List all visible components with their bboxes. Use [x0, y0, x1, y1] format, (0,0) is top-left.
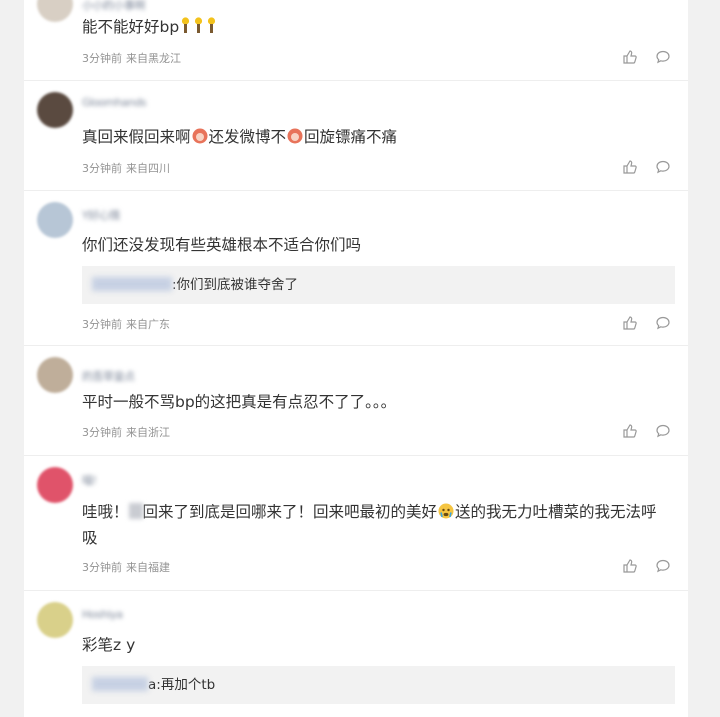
- crying-face-icon: [438, 503, 454, 519]
- sub-reply[interactable]: :你们到底被谁夺舍了: [82, 266, 675, 304]
- comment-text-part: 回旋镖痛不痛: [304, 128, 398, 146]
- comment-text: 真回来假回来啊 还发微博不 回旋镖痛不痛: [82, 124, 672, 150]
- comment-bubble-icon[interactable]: [655, 315, 671, 331]
- avatar[interactable]: [37, 0, 73, 22]
- comment-text: 平时一般不骂bp的这把真是有点忍不了了。。。: [82, 393, 397, 411]
- comment-meta: 3分钟前 来自黑龙江: [82, 50, 181, 66]
- comment-item: Y好心情 你们还没发现有些英雄根本不适合你们吗 :你们到底被谁夺舍了 3分钟前来…: [24, 190, 688, 346]
- sub-reply[interactable]: a:再加个tb: [82, 666, 675, 704]
- comment-text: 彩笔z y: [82, 636, 136, 654]
- comment-actions: [622, 315, 682, 331]
- torch-icon: [195, 17, 203, 33]
- comment-bubble-icon[interactable]: [655, 558, 671, 574]
- comment-bubble-icon[interactable]: [655, 159, 671, 175]
- username[interactable]: 喵!: [82, 472, 202, 487]
- avatar[interactable]: [37, 357, 73, 393]
- comment-time: 3分钟前: [82, 162, 122, 175]
- comment-text: 哇哦！ 回来了到底是回哪来了！回来吧最初的美好 送的我无力吐槽菜的我无法呼吸: [82, 499, 672, 551]
- comment-text-part: 回来了到底是回哪来了！回来吧最初的美好: [142, 503, 438, 521]
- thumbs-up-icon[interactable]: [622, 315, 638, 331]
- comment-panel: 小小的小事啊 能不能好好bp 3分钟前 来自黑龙江 Gloomhands 真回来假…: [24, 0, 688, 717]
- comment-actions: [622, 49, 682, 65]
- username[interactable]: Hoshiya: [82, 608, 202, 622]
- avatar[interactable]: [37, 92, 73, 128]
- comment-meta: 3分钟前 来自四川: [82, 160, 170, 176]
- comment-location: 来自四川: [126, 162, 170, 175]
- crying-face-icon: [287, 128, 303, 144]
- sub-reply-text: :你们到底被谁夺舍了: [172, 277, 299, 293]
- comment-text-part: 哇哦！: [82, 503, 129, 521]
- comment-location: 来自广东: [126, 318, 170, 331]
- comment-actions: [622, 558, 682, 574]
- torch-icon: [182, 17, 190, 33]
- torch-icon: [208, 17, 216, 33]
- comment-time: 3分钟前: [82, 318, 122, 331]
- comment-location: 来自黑龙江: [126, 52, 181, 65]
- comment-meta: 3分钟前 来自浙江: [82, 424, 170, 440]
- comment-location: 来自浙江: [126, 426, 170, 439]
- avatar[interactable]: [37, 202, 73, 238]
- username[interactable]: Y好心情: [82, 207, 202, 222]
- comment-item: Gloomhands 真回来假回来啊 还发微博不 回旋镖痛不痛 3分钟前 来自四川: [24, 80, 688, 191]
- comment-actions: [622, 159, 682, 175]
- username[interactable]: 小小的小事啊: [82, 0, 202, 12]
- username[interactable]: 的吾草皇点: [82, 368, 202, 383]
- comment-text-part: 真回来假回来啊: [82, 128, 191, 146]
- comment-bubble-icon[interactable]: [655, 49, 671, 65]
- comment-bubble-icon[interactable]: [655, 423, 671, 439]
- comment-actions: [622, 423, 682, 439]
- redacted-text: [128, 503, 143, 519]
- comment-meta: 3分钟前 来自福建: [82, 559, 170, 575]
- comment-text: 你们还没发现有些英雄根本不适合你们吗: [82, 236, 362, 254]
- comment-location: 来自福建: [126, 561, 170, 574]
- thumbs-up-icon[interactable]: [622, 49, 638, 65]
- comment-item: 喵! 哇哦！ 回来了到底是回哪来了！回来吧最初的美好 送的我无力吐槽菜的我无法呼吸 …: [24, 455, 688, 591]
- sub-reply-username[interactable]: [92, 277, 172, 291]
- sub-reply-text: a:再加个tb: [148, 677, 216, 693]
- comment-text-part: 还发微博不: [208, 128, 287, 146]
- thumbs-up-icon[interactable]: [622, 159, 638, 175]
- username[interactable]: Gloomhands: [82, 96, 202, 110]
- sub-reply-username[interactable]: [92, 677, 148, 691]
- comment-item: 的吾草皇点 平时一般不骂bp的这把真是有点忍不了了。。。 3分钟前 来自浙江: [24, 345, 688, 456]
- avatar[interactable]: [37, 602, 73, 638]
- comment-item: 小小的小事啊 能不能好好bp 3分钟前 来自黑龙江: [24, 0, 688, 81]
- comment-meta: 3分钟前 来自广东: [82, 316, 170, 332]
- comment-text-body: 能不能好好bp: [82, 18, 180, 36]
- comment-time: 3分钟前: [82, 561, 122, 574]
- comment-time: 3分钟前: [82, 426, 122, 439]
- thumbs-up-icon[interactable]: [622, 423, 638, 439]
- avatar[interactable]: [37, 467, 73, 503]
- comment-item: Hoshiya 彩笔z y a:再加个tb: [24, 590, 688, 717]
- comment-time: 3分钟前: [82, 52, 122, 65]
- thumbs-up-icon[interactable]: [622, 558, 638, 574]
- crying-face-icon: [192, 128, 208, 144]
- comment-text: 能不能好好bp: [82, 14, 672, 40]
